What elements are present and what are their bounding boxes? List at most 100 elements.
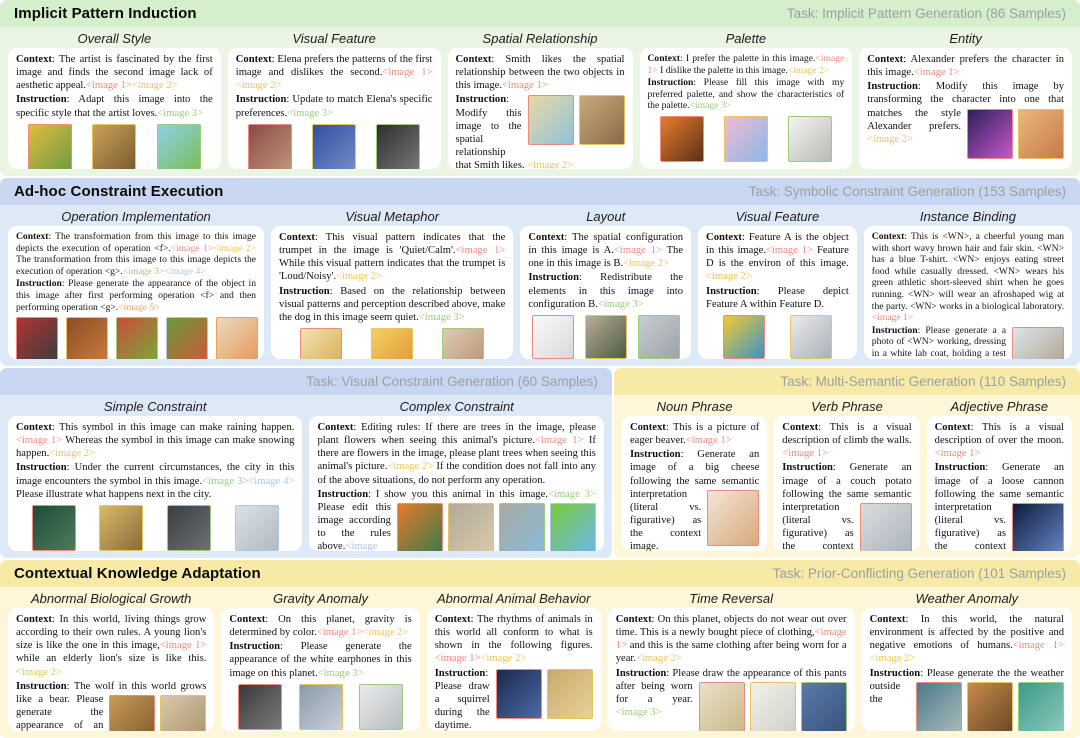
- thumb-floral-armchair: [248, 124, 292, 169]
- section-title: Implicit Pattern Induction: [14, 5, 197, 22]
- card-gravity-anomaly: Context: On this planet, gravity is dete…: [221, 608, 419, 731]
- thumb-hen-in-hay: [547, 669, 593, 719]
- text-run: : I show you this animal in this image.: [368, 489, 548, 500]
- card-adjective-phrase: Context: This is a visual description of…: [927, 416, 1072, 551]
- thumb-elephant-walking: [499, 503, 545, 551]
- thumbnail-strip: [860, 503, 912, 551]
- image-tag-3: <image 3>: [690, 100, 731, 111]
- instruction-text: Instruction: Generate an image of a couc…: [782, 461, 911, 551]
- column-spatial-relationship: Spatial RelationshipContext: Smith likes…: [448, 28, 633, 169]
- instruction-text: Instruction: Under the current circumsta…: [16, 461, 294, 500]
- field-label: Instruction: [706, 286, 757, 297]
- thumb-frustrated-person-laptop: [860, 503, 912, 551]
- thumbnail-strip: [916, 682, 1064, 731]
- column-abnormal-biological-growth: Abnormal Biological GrowthContext: In th…: [8, 588, 214, 731]
- image-tag-2: <image 2>: [132, 80, 178, 91]
- context-text: Context: This visual pattern indicates t…: [279, 231, 505, 284]
- column-adjective-phrase: Adjective PhraseContext: This is a visua…: [927, 396, 1072, 551]
- column-header-simple-constraint: Simple Constraint: [8, 396, 302, 416]
- column-header-visual-metaphor: Visual Metaphor: [271, 206, 513, 226]
- text-run: (literal vs. figurative) as the context …: [630, 502, 701, 551]
- image-tag-2: <image 2>: [706, 271, 752, 282]
- card-verb-phrase: Context: This is a visual description of…: [774, 416, 919, 551]
- field-label: Instruction: [872, 325, 918, 336]
- thumb-elephant: [448, 503, 494, 551]
- thumb-bananas: [723, 315, 765, 359]
- text-run: : I prefer the palette in this image.: [680, 53, 815, 64]
- thumbnail-strip: [1012, 327, 1064, 359]
- instruction-text: Instruction: I show you this animal in t…: [317, 488, 595, 551]
- field-label: Instruction: [630, 449, 681, 460]
- section-ad-hoc-constraint-execution: Ad-hoc Constraint ExecutionTask: Symboli…: [0, 178, 1080, 366]
- image-tag-1: <image 1>: [535, 435, 584, 446]
- column-header-visual-feature: Visual Feature: [698, 206, 857, 226]
- field-label: Instruction: [456, 94, 507, 105]
- field-label: Instruction: [317, 489, 368, 500]
- field-label: Instruction: [236, 94, 287, 105]
- thumb-stone-in-hand: [99, 505, 143, 551]
- card-weather-anomaly: Context: In this world, the natural envi…: [862, 608, 1072, 731]
- image-tag-2: <image 2>: [363, 627, 409, 638]
- context-text: Context: Smith likes the spatial relatio…: [456, 53, 625, 92]
- image-tag-2: <image 2>: [636, 653, 682, 664]
- image-tag-2: <image 2>: [16, 667, 62, 678]
- image-tag-1: <image 1>: [456, 245, 506, 256]
- column-header-palette: Palette: [640, 28, 853, 48]
- instruction-text: Instruction: Please draw a squirrel duri…: [435, 667, 593, 732]
- thumb-busy-person-at-desk: [707, 490, 759, 546]
- section-task-visual-constraint-generation-60-samples: Task: Visual Constraint Generation (60 S…: [0, 368, 612, 558]
- field-label: Instruction: [935, 462, 986, 473]
- text-run: : Please draw the appearance of this: [666, 668, 824, 679]
- text-run: (literal vs. figurative) as the context …: [782, 515, 853, 551]
- image-tag-3: <image 3>: [419, 312, 465, 323]
- image-tag-1: <image 1>: [935, 448, 981, 459]
- thumb-classical-fresco: [92, 124, 136, 169]
- thumbnail-strip: [528, 315, 683, 359]
- thumb-stained-shirt: [699, 682, 745, 731]
- image-tag-3: <image 3>: [598, 299, 644, 310]
- column-layout: LayoutContext: The spatial configuration…: [520, 206, 691, 359]
- field-label: Instruction: [867, 81, 918, 92]
- image-tag-1: <image 1>: [171, 243, 214, 254]
- context-text: Context: The artist is fascinated by the…: [16, 53, 213, 92]
- section-header: Ad-hoc Constraint ExecutionTask: Symboli…: [0, 178, 1080, 205]
- context-text: Context: This symbol in this image can m…: [16, 421, 294, 460]
- instruction-text: Instruction: Adapt this image into the s…: [16, 93, 213, 119]
- field-label: Context: [706, 232, 742, 243]
- column-gravity-anomaly: Gravity AnomalyContext: On this planet, …: [221, 588, 419, 731]
- context-text: Context: On this planet, gravity is dete…: [229, 613, 411, 639]
- thumb-puppy: [442, 328, 484, 359]
- field-label: Instruction: [435, 668, 486, 679]
- context-text: Context: This is a visual description of…: [935, 421, 1064, 460]
- image-tag-3: <image 3>: [318, 668, 364, 679]
- thumb-mountain-sketch: [788, 116, 832, 162]
- column-abnormal-animal-behavior: Abnormal Animal BehaviorContext: The rhy…: [427, 588, 601, 731]
- section-header: Task: Visual Constraint Generation (60 S…: [0, 368, 612, 395]
- context-text: Context: This is a visual description of…: [782, 421, 911, 460]
- thumb-vegetable-skewers: [166, 317, 208, 359]
- section-task-multi-semantic-generation-110-samples: Task: Multi-Semantic Generation (110 Sam…: [614, 368, 1080, 558]
- field-label: Instruction: [782, 462, 833, 473]
- image-tag-1: <image 1>: [502, 80, 548, 91]
- field-label: Instruction: [648, 77, 694, 88]
- image-tag-1: <image 1>: [86, 80, 132, 91]
- field-label: Instruction: [16, 681, 67, 692]
- image-tag-2: <image 2>: [623, 258, 669, 269]
- instruction-text: Instruction: Please depict Feature A wit…: [706, 285, 849, 311]
- instruction-text: Instruction: Modify this image to the sp…: [456, 93, 625, 169]
- card-visual-feature: Context: Feature A is the object in this…: [698, 226, 857, 359]
- card-visual-feature: Context: Elena prefers the patterns of t…: [228, 48, 441, 169]
- column-complex-constraint: Complex ConstraintContext: Editing rules…: [309, 396, 603, 551]
- card-row: Overall StyleContext: The artist is fasc…: [0, 27, 1080, 176]
- card-complex-constraint: Context: Editing rules: If there are tre…: [309, 416, 603, 551]
- image-tag-2: <image 2>: [213, 243, 256, 254]
- field-label: Context: [236, 54, 272, 65]
- column-time-reversal: Time ReversalContext: On this planet, ob…: [608, 588, 855, 731]
- column-header-verb-phrase: Verb Phrase: [774, 396, 919, 416]
- thumb-folded-white-shirt: [750, 682, 796, 731]
- thumb-clownfish: [397, 503, 443, 551]
- task-count-label: Task: Visual Constraint Generation (60 S…: [306, 374, 598, 389]
- image-tag-5: <image 5>: [118, 302, 159, 313]
- task-count-label: Task: Multi-Semantic Generation (110 Sam…: [780, 374, 1066, 389]
- thumb-raw-beef: [16, 317, 58, 359]
